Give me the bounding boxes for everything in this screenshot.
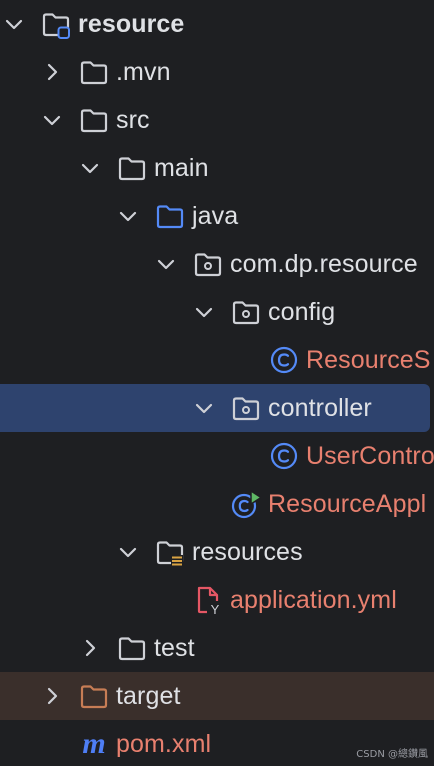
module-folder-icon xyxy=(40,8,72,40)
watermark: CSDN @總鑽風 xyxy=(356,749,428,760)
tree-item-mvn[interactable]: .mvn xyxy=(0,48,434,96)
excluded-row-background xyxy=(0,672,434,720)
resources-folder-icon xyxy=(154,536,186,568)
tree-item-label: config xyxy=(268,298,336,326)
chevron-down-icon[interactable] xyxy=(192,300,216,324)
folder-icon xyxy=(78,56,110,88)
tree-item-config[interactable]: config xyxy=(0,288,434,336)
chevron-right-icon[interactable] xyxy=(40,684,64,708)
tree-item-label: .mvn xyxy=(116,58,171,86)
tree-item-src[interactable]: src xyxy=(0,96,434,144)
chevron-down-icon[interactable] xyxy=(40,108,64,132)
svg-text:m: m xyxy=(82,728,105,760)
tree-item-application-yml[interactable]: Yapplication.yml xyxy=(0,576,434,624)
tree-item-label: controller xyxy=(268,394,372,422)
excluded-folder-icon xyxy=(78,680,110,712)
chevron-down-icon[interactable] xyxy=(78,156,102,180)
tree-item-label: application.yml xyxy=(230,586,397,614)
chevron-down-icon[interactable] xyxy=(116,204,140,228)
chevron-down-icon[interactable] xyxy=(2,12,26,36)
chevron-down-icon[interactable] xyxy=(192,396,216,420)
folder-icon xyxy=(116,632,148,664)
tree-item-controller[interactable]: controller xyxy=(0,384,434,432)
tree-item-test[interactable]: test xyxy=(0,624,434,672)
tree-item-label: pom.xml xyxy=(116,730,212,758)
tree-item-resources[interactable]: resources xyxy=(0,528,434,576)
tree-item-user-controller[interactable]: UserContro xyxy=(0,432,434,480)
project-tree: resource .mvn src main java com.dp.resource co… xyxy=(0,0,434,766)
chevron-down-icon[interactable] xyxy=(116,540,140,564)
maven-icon: m xyxy=(78,727,110,760)
folder-icon xyxy=(78,104,110,136)
folder-icon xyxy=(116,152,148,184)
tree-item-label: java xyxy=(192,202,239,230)
tree-item-label: src xyxy=(116,106,150,134)
chevron-down-icon[interactable] xyxy=(154,252,178,276)
tree-item-package[interactable]: com.dp.resource xyxy=(0,240,434,288)
tree-item-label: UserContro xyxy=(306,442,434,470)
yaml-file-icon: Y xyxy=(192,584,224,617)
chevron-right-icon[interactable] xyxy=(78,636,102,660)
tree-item-main[interactable]: main xyxy=(0,144,434,192)
svg-text:Y: Y xyxy=(211,602,220,616)
chevron-right-icon[interactable] xyxy=(40,60,64,84)
tree-item-label: target xyxy=(116,682,181,710)
tree-item-resource-application[interactable]: ResourceAppl xyxy=(0,480,434,528)
tree-item-label: test xyxy=(154,634,195,662)
spring-app-class-icon xyxy=(230,488,262,520)
class-icon xyxy=(268,344,300,376)
tree-item-label: resources xyxy=(192,538,303,566)
tree-item-label: com.dp.resource xyxy=(230,250,418,278)
tree-item-resource[interactable]: resource xyxy=(0,0,434,48)
source-folder-icon xyxy=(154,200,186,232)
tree-item-resource-class[interactable]: ResourceS xyxy=(0,336,434,384)
tree-item-target[interactable]: target xyxy=(0,672,434,720)
tree-item-label: main xyxy=(154,154,209,182)
tree-item-label: ResourceAppl xyxy=(268,490,427,518)
package-icon xyxy=(230,296,262,328)
package-icon xyxy=(192,248,224,280)
class-icon xyxy=(268,440,300,472)
tree-item-label: resource xyxy=(78,10,185,38)
tree-item-java[interactable]: java xyxy=(0,192,434,240)
tree-item-label: ResourceS xyxy=(306,346,431,374)
package-icon xyxy=(230,392,262,424)
